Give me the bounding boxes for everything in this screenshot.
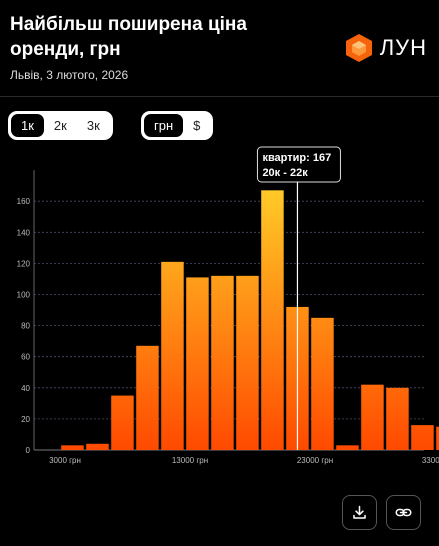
histogram-bar xyxy=(336,445,359,450)
rooms-option-2k[interactable]: 2к xyxy=(44,114,77,137)
header-divider xyxy=(0,96,439,97)
y-tick-label: 40 xyxy=(21,384,30,393)
histogram-bar xyxy=(61,445,84,450)
rent-histogram: 0 20 40 60 80 100 120 140 160 3000 грн 13000 грн 23… xyxy=(17,146,439,465)
y-tick-label: 80 xyxy=(21,322,30,331)
histogram-bar xyxy=(86,443,109,450)
chart-title: Найбільш поширена ціна оренди, грн xyxy=(10,14,247,60)
histogram-bar xyxy=(361,384,384,450)
copy-link-button[interactable] xyxy=(386,495,421,530)
link-icon xyxy=(395,508,412,517)
rooms-selector: 1к 2к 3к xyxy=(8,111,113,140)
histogram-bar xyxy=(386,387,409,450)
x-tick-label: 33000 грн xyxy=(422,456,439,465)
x-tick-label: 13000 грн xyxy=(172,456,208,465)
lun-logo-icon xyxy=(345,34,372,62)
histogram-bar xyxy=(136,345,159,450)
y-tick-label: 120 xyxy=(17,259,31,268)
rooms-option-3k[interactable]: 3к xyxy=(77,114,110,137)
histogram-bar xyxy=(311,317,334,450)
currency-option-usd[interactable]: $ xyxy=(183,114,210,137)
currency-selector: грн $ xyxy=(141,111,214,140)
rooms-option-1k[interactable]: 1к xyxy=(11,114,44,137)
histogram-bar xyxy=(161,261,184,450)
histogram-bar xyxy=(211,275,234,450)
y-tick-label: 20 xyxy=(21,415,30,424)
y-tick-label: 0 xyxy=(26,446,31,455)
tooltip-line-2: 20к - 22к xyxy=(262,167,308,179)
chart-subtitle: Львів, 3 лютого, 2026 xyxy=(10,68,129,82)
y-tick-label: 60 xyxy=(21,353,30,362)
y-tick-label: 160 xyxy=(17,197,31,206)
download-button[interactable] xyxy=(342,495,377,530)
logo-text: ЛУН xyxy=(379,35,427,60)
histogram-bar xyxy=(186,277,209,450)
x-tick-label: 23000 грн xyxy=(297,456,333,465)
histogram-bar xyxy=(261,190,284,450)
currency-option-uah[interactable]: грн xyxy=(144,114,184,137)
histogram-bar xyxy=(236,275,259,450)
tooltip-line-1: квартир: 167 xyxy=(262,152,331,164)
download-icon xyxy=(353,505,366,519)
x-tick-label: 3000 грн xyxy=(49,456,81,465)
lun-logo: ЛУН xyxy=(345,33,427,63)
y-tick-label: 140 xyxy=(17,228,31,237)
y-tick-label: 100 xyxy=(17,291,31,300)
histogram-bar xyxy=(111,395,134,450)
histogram-bar xyxy=(411,425,434,450)
